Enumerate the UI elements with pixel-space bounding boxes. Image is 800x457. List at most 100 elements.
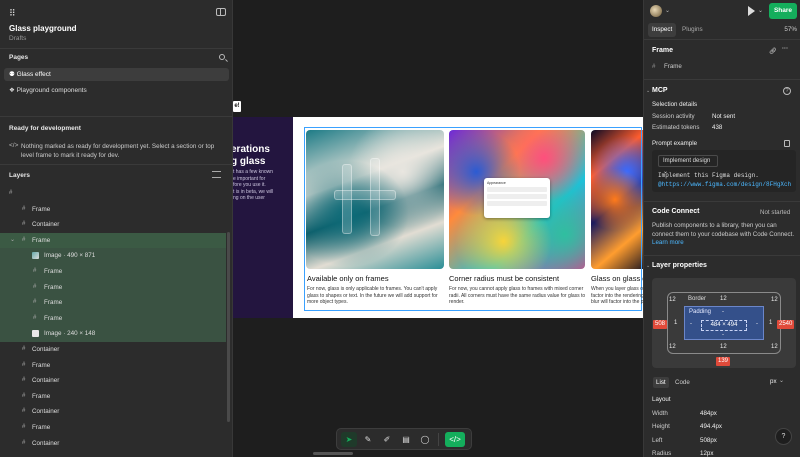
copy-icon[interactable] <box>784 140 790 147</box>
frame-icon: # <box>22 392 26 399</box>
file-location[interactable]: Drafts <box>9 35 26 42</box>
present-icon[interactable] <box>748 6 755 16</box>
frame-icon: # <box>22 236 26 243</box>
pen-tool-icon[interactable]: ✎ <box>360 432 376 447</box>
layer-row[interactable]: # Frame <box>0 279 226 296</box>
layer-row[interactable]: Image · 490 × 871 <box>0 248 226 264</box>
search-icon[interactable] <box>219 54 225 60</box>
chevron-down-icon[interactable]: ⌄ <box>646 88 650 94</box>
pad-top: - <box>722 309 724 315</box>
frame-icon: # <box>33 268 37 274</box>
learn-more-link[interactable]: Learn more <box>652 239 684 246</box>
layer-label: Frame <box>44 268 63 275</box>
share-button[interactable]: Share <box>769 3 797 19</box>
avatar[interactable] <box>650 5 662 17</box>
layer-row[interactable]: # Frame <box>0 389 226 405</box>
frame-icon: # <box>33 314 37 321</box>
page-item-playground-components[interactable]: ❖ Playground components <box>4 84 229 97</box>
image-icon <box>32 252 39 260</box>
layer-row[interactable]: # Container <box>0 342 226 358</box>
content-size: 484 × 494 <box>701 320 747 331</box>
main-menu-icon[interactable]: ⠿ <box>9 8 16 19</box>
intro-panel: erations g glass t has a few known e imp… <box>233 117 293 318</box>
layer-row[interactable]: Image · 240 × 148 <box>0 326 226 342</box>
code-icon: </> <box>9 142 19 149</box>
layout-value: 12px <box>700 450 714 457</box>
layers-scrollbar[interactable] <box>227 232 230 422</box>
layer-row[interactable]: # Container <box>0 217 226 233</box>
box-model: 12 12 12 12 Border 12 1 1 12 Padding - -… <box>652 278 796 368</box>
margin-left: 508 <box>653 320 668 329</box>
frame-icon: # <box>9 190 13 196</box>
pad-left: - <box>690 321 692 327</box>
session-value: Not sent <box>712 113 736 120</box>
chevron-down-icon[interactable]: ⌄ <box>665 7 670 14</box>
code-link[interactable]: @https://www.figma.com/design/8FHgXchl..… <box>658 181 792 188</box>
layer-label: Container <box>32 346 60 353</box>
layout-label: Radius <box>652 450 672 457</box>
frame-icon: # <box>22 361 26 368</box>
tab-inspect[interactable]: Inspect <box>648 23 677 37</box>
selection-outline <box>304 127 642 311</box>
layer-row[interactable]: # Frame <box>0 420 226 436</box>
prompt-label: Prompt example <box>652 140 698 147</box>
card-title: Corner radius must be consistent <box>449 274 560 283</box>
chevron-down-icon[interactable]: ⌄ <box>68 24 74 32</box>
margin-bottom: 139 <box>716 357 731 366</box>
tab-list[interactable]: List <box>653 377 669 388</box>
prompt-dropdown[interactable]: Implement design ⌄ <box>658 155 718 175</box>
layout-value: 494.4px <box>700 423 723 430</box>
help-icon[interactable]: ? <box>783 87 791 95</box>
bottom-toolbar: ➤ ✎ ✐ ▤ ◯ </> <box>336 428 472 450</box>
tokens-label: Estimated tokens <box>652 124 700 131</box>
layer-row[interactable]: # Container <box>0 404 226 420</box>
layer-row-selected[interactable]: ⌄ # Frame <box>0 232 226 249</box>
layer-label: Frame <box>44 283 63 291</box>
tab-plugins[interactable]: Plugins <box>678 23 707 37</box>
pencil-tool-icon[interactable]: ✐ <box>379 432 395 447</box>
layer-label: Image · 240 × 148 <box>44 330 96 338</box>
comment-bubble[interactable]: e! <box>233 101 241 112</box>
chevron-down-icon[interactable]: ⌄ <box>10 233 15 249</box>
tab-code[interactable]: Code <box>672 377 693 388</box>
text-comment-icon[interactable]: ▤ <box>398 432 414 447</box>
card-desc: For now, you cannot apply glass to frame… <box>449 286 586 305</box>
page-item-glass-effect[interactable]: ⚉ Glass effect <box>4 68 229 81</box>
card-desc: When you layer glass on factor into the … <box>591 286 643 305</box>
layout-value: 484px <box>700 410 717 417</box>
file-name[interactable]: Glass playground <box>9 24 77 33</box>
prompt-example-box: Implement design ⌄ Implement this Figma … <box>652 150 796 192</box>
inspect-panel: ⌄ ⌄ Share Inspect Plugins 57% Frame 🔗︎ ·… <box>643 0 800 457</box>
chevron-down-icon[interactable]: ⌄ <box>646 263 650 269</box>
border-bottom: 12 <box>720 344 727 350</box>
layer-row[interactable]: # Frame <box>0 264 226 280</box>
layer-row[interactable]: # Frame <box>0 358 226 374</box>
layer-label: Frame <box>32 205 51 213</box>
canvas-scrollbar[interactable] <box>313 452 353 455</box>
frame-icon: # <box>22 439 26 446</box>
canvas[interactable]: erations g glass t has a few known e imp… <box>233 0 643 457</box>
card-title: Available only on frames <box>307 274 389 283</box>
layers-filter-icon[interactable] <box>212 171 221 178</box>
layer-row[interactable]: # <box>0 186 226 202</box>
radius-br: 12 <box>771 344 778 350</box>
layer-row[interactable]: # Frame <box>0 295 226 311</box>
intro-text: t has a few known e important for fore y… <box>233 169 274 202</box>
chevron-down-icon[interactable]: ⌄ <box>779 377 784 384</box>
chevron-down-icon[interactable]: ⌄ <box>758 7 763 14</box>
layer-row[interactable]: # Container <box>0 373 226 389</box>
layer-row[interactable]: # Frame <box>0 310 226 327</box>
more-icon[interactable]: ··· <box>782 45 788 52</box>
dev-mode-toggle-icon[interactable]: </> <box>445 432 465 447</box>
help-button[interactable]: ? <box>775 428 792 445</box>
move-tool-icon[interactable]: ➤ <box>341 432 357 447</box>
zoom-level[interactable]: 57% <box>784 23 797 37</box>
comment-icon[interactable]: ◯ <box>417 432 433 447</box>
layer-row[interactable]: # Frame <box>0 202 226 218</box>
sidebar-toggle-icon[interactable] <box>216 8 226 16</box>
link-icon[interactable]: 🔗︎ <box>769 47 777 55</box>
layer-row[interactable]: # Container <box>0 436 226 452</box>
frame-icon: # <box>33 283 37 290</box>
top-bar: ⌄ ⌄ Share <box>644 0 800 22</box>
unit-select[interactable]: px <box>770 378 777 385</box>
